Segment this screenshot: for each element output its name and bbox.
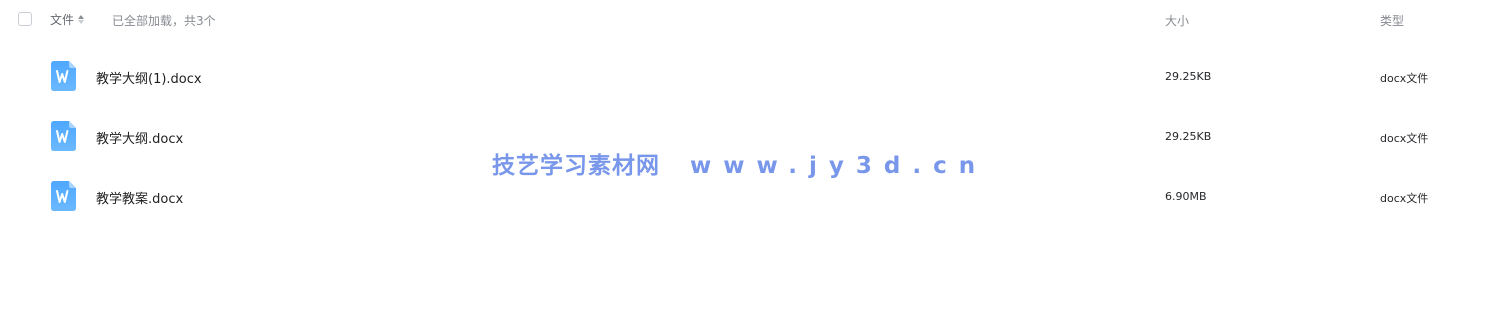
file-row[interactable]: 教学大纲(1).docx 29.25KB docx文件 [0, 46, 1502, 106]
file-name[interactable]: 教学大纲(1).docx [96, 68, 202, 87]
select-all-checkbox[interactable] [18, 12, 32, 26]
file-column-label: 文件 [50, 13, 75, 27]
word-doc-icon [51, 181, 76, 211]
watermark-site-name: 技艺学习素材网 [492, 153, 660, 179]
file-column-header[interactable]: 文件 [50, 11, 85, 28]
type-column-header[interactable]: 类型 [1380, 12, 1404, 29]
word-doc-icon [51, 61, 76, 91]
file-size: 29.25KB [1165, 130, 1212, 143]
load-status-text: 已全部加载，共3个 [112, 14, 216, 28]
file-size: 6.90MB [1165, 190, 1207, 203]
watermark-url: www.jy3d.cn [690, 153, 988, 179]
sort-icon[interactable] [78, 15, 85, 24]
file-type: docx文件 [1380, 132, 1429, 145]
file-type: docx文件 [1380, 72, 1429, 85]
word-doc-icon [51, 121, 76, 151]
file-size: 29.25KB [1165, 70, 1212, 83]
size-column-header[interactable]: 大小 [1165, 12, 1189, 29]
file-list-page: 文件 已全部加载，共3个 大小 类型 教学大纲(1).docx 29.25KB … [0, 0, 1502, 321]
file-name[interactable]: 教学教案.docx [96, 188, 183, 207]
file-list-header: 文件 已全部加载，共3个 大小 类型 [0, 0, 1502, 40]
watermark: 技艺学习素材网 www.jy3d.cn [492, 146, 987, 180]
file-type: docx文件 [1380, 192, 1429, 205]
file-name[interactable]: 教学大纲.docx [96, 128, 183, 147]
